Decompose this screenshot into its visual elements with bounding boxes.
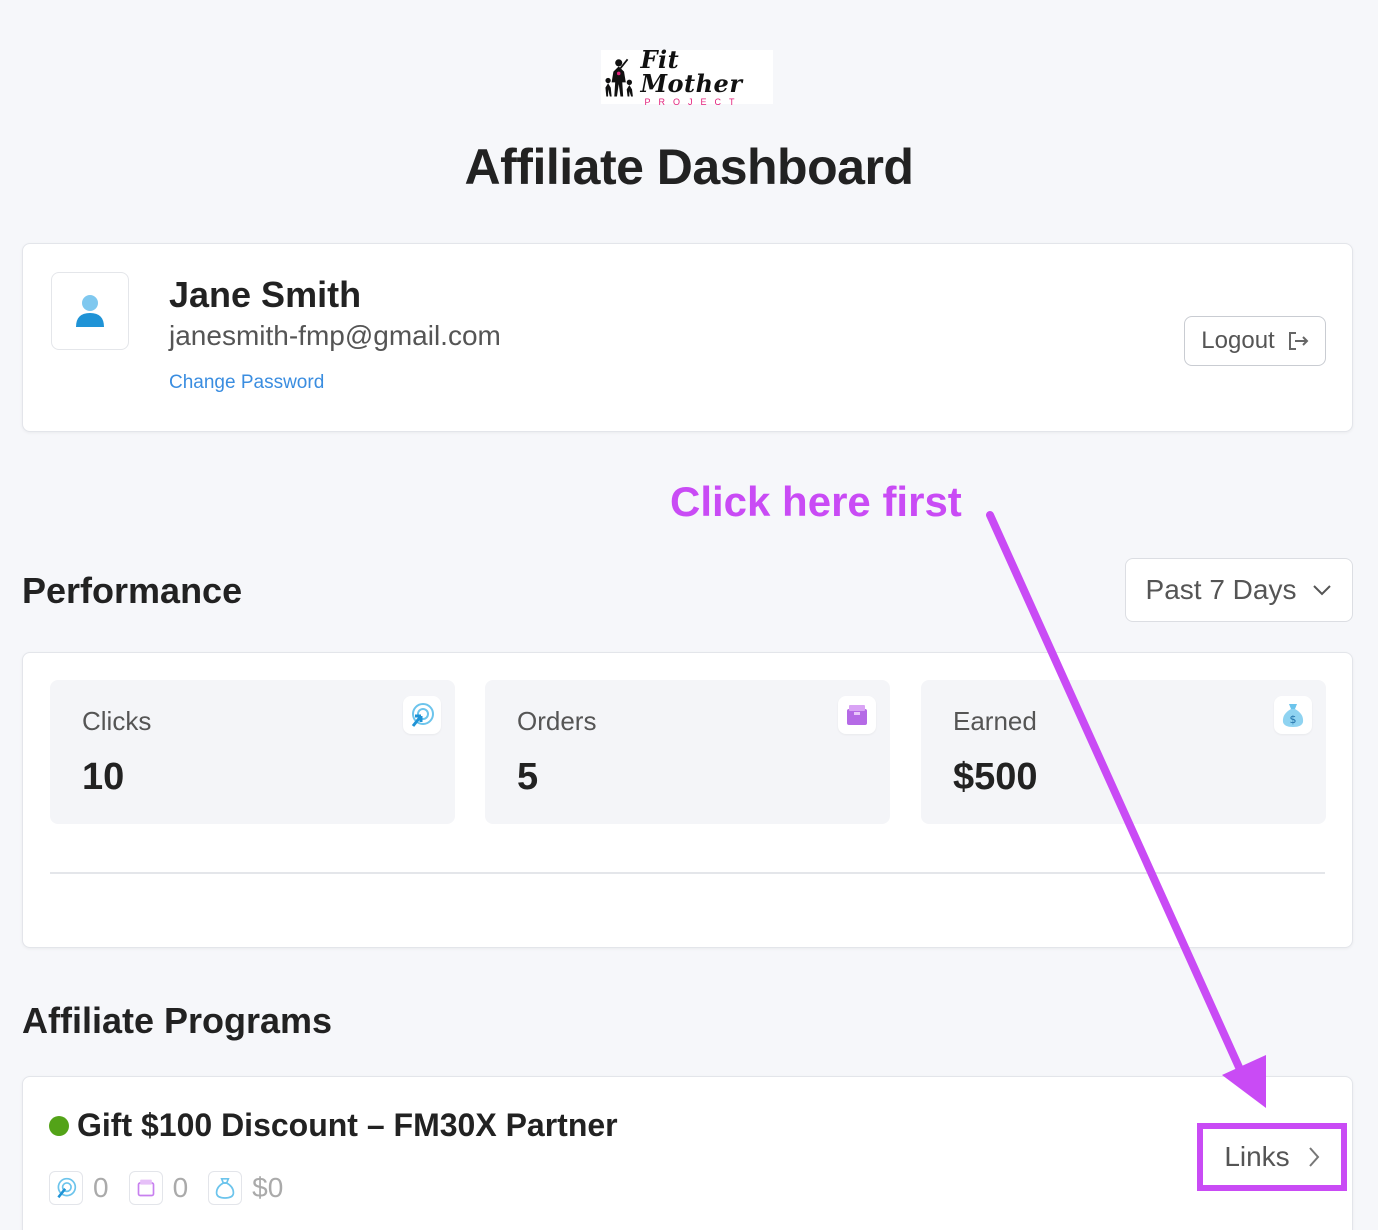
change-password-link[interactable]: Change Password bbox=[169, 372, 324, 394]
program-name: Gift $100 Discount – FM30X Partner bbox=[77, 1107, 618, 1143]
user-name: Jane Smith bbox=[169, 274, 362, 315]
chevron-down-icon bbox=[1313, 585, 1332, 596]
program-stats: 0 0 $0 bbox=[49, 1171, 293, 1205]
performance-card: Clicks 10 Orders 5 Earned $500 $ bbox=[22, 652, 1353, 948]
user-email: janesmith-fmp@gmail.com bbox=[169, 320, 501, 351]
logout-icon bbox=[1288, 332, 1309, 350]
status-indicator bbox=[49, 1116, 69, 1136]
annotation-callout: Click here first bbox=[670, 478, 962, 525]
program-orders: 0 bbox=[172, 1172, 189, 1203]
stat-label: Orders bbox=[517, 706, 597, 736]
profile-card: Jane Smith janesmith-fmp@gmail.com Chang… bbox=[22, 243, 1353, 432]
stat-orders: Orders 5 bbox=[485, 680, 890, 824]
stat-clicks: Clicks 10 bbox=[50, 680, 455, 824]
chevron-right-icon bbox=[1308, 1147, 1320, 1167]
date-range-select[interactable]: Past 7 Days bbox=[1125, 558, 1353, 622]
box-icon bbox=[128, 1171, 163, 1205]
stat-earned: Earned $500 $ bbox=[921, 680, 1326, 824]
stat-label: Clicks bbox=[82, 706, 152, 736]
stat-value: 5 bbox=[517, 756, 539, 798]
logout-button[interactable]: Logout bbox=[1184, 316, 1326, 366]
divider bbox=[50, 872, 1325, 874]
cursor-target-icon bbox=[403, 696, 441, 734]
svg-text:$: $ bbox=[1290, 713, 1297, 726]
date-range-label: Past 7 Days bbox=[1145, 574, 1297, 605]
page-title: Affiliate Dashboard bbox=[464, 139, 914, 195]
program-earned: $0 bbox=[252, 1172, 284, 1203]
money-bag-icon: $ bbox=[1274, 696, 1312, 734]
stat-value: $500 bbox=[953, 756, 1038, 798]
affiliate-programs-title: Affiliate Programs bbox=[22, 1000, 333, 1041]
stat-value: 10 bbox=[82, 756, 125, 798]
logo-subtitle: PROJECT bbox=[644, 96, 743, 107]
user-icon bbox=[76, 295, 104, 327]
brand-logo: Fit Mother PROJECT bbox=[601, 44, 773, 107]
program-card: Gift $100 Discount – FM30X Partner 0 0 $… bbox=[22, 1076, 1353, 1230]
money-bag-icon bbox=[208, 1171, 243, 1205]
program-clicks: 0 bbox=[93, 1172, 109, 1203]
logo-wordmark: Fit Mother bbox=[640, 44, 743, 98]
logout-label: Logout bbox=[1201, 327, 1275, 354]
cursor-target-icon bbox=[49, 1171, 83, 1205]
avatar bbox=[51, 272, 129, 350]
box-icon bbox=[838, 696, 876, 734]
performance-title: Performance bbox=[22, 570, 243, 611]
links-button[interactable]: Links bbox=[1197, 1123, 1347, 1191]
family-silhouette-icon bbox=[605, 58, 633, 97]
links-label: Links bbox=[1224, 1141, 1290, 1172]
stat-label: Earned bbox=[953, 706, 1037, 736]
